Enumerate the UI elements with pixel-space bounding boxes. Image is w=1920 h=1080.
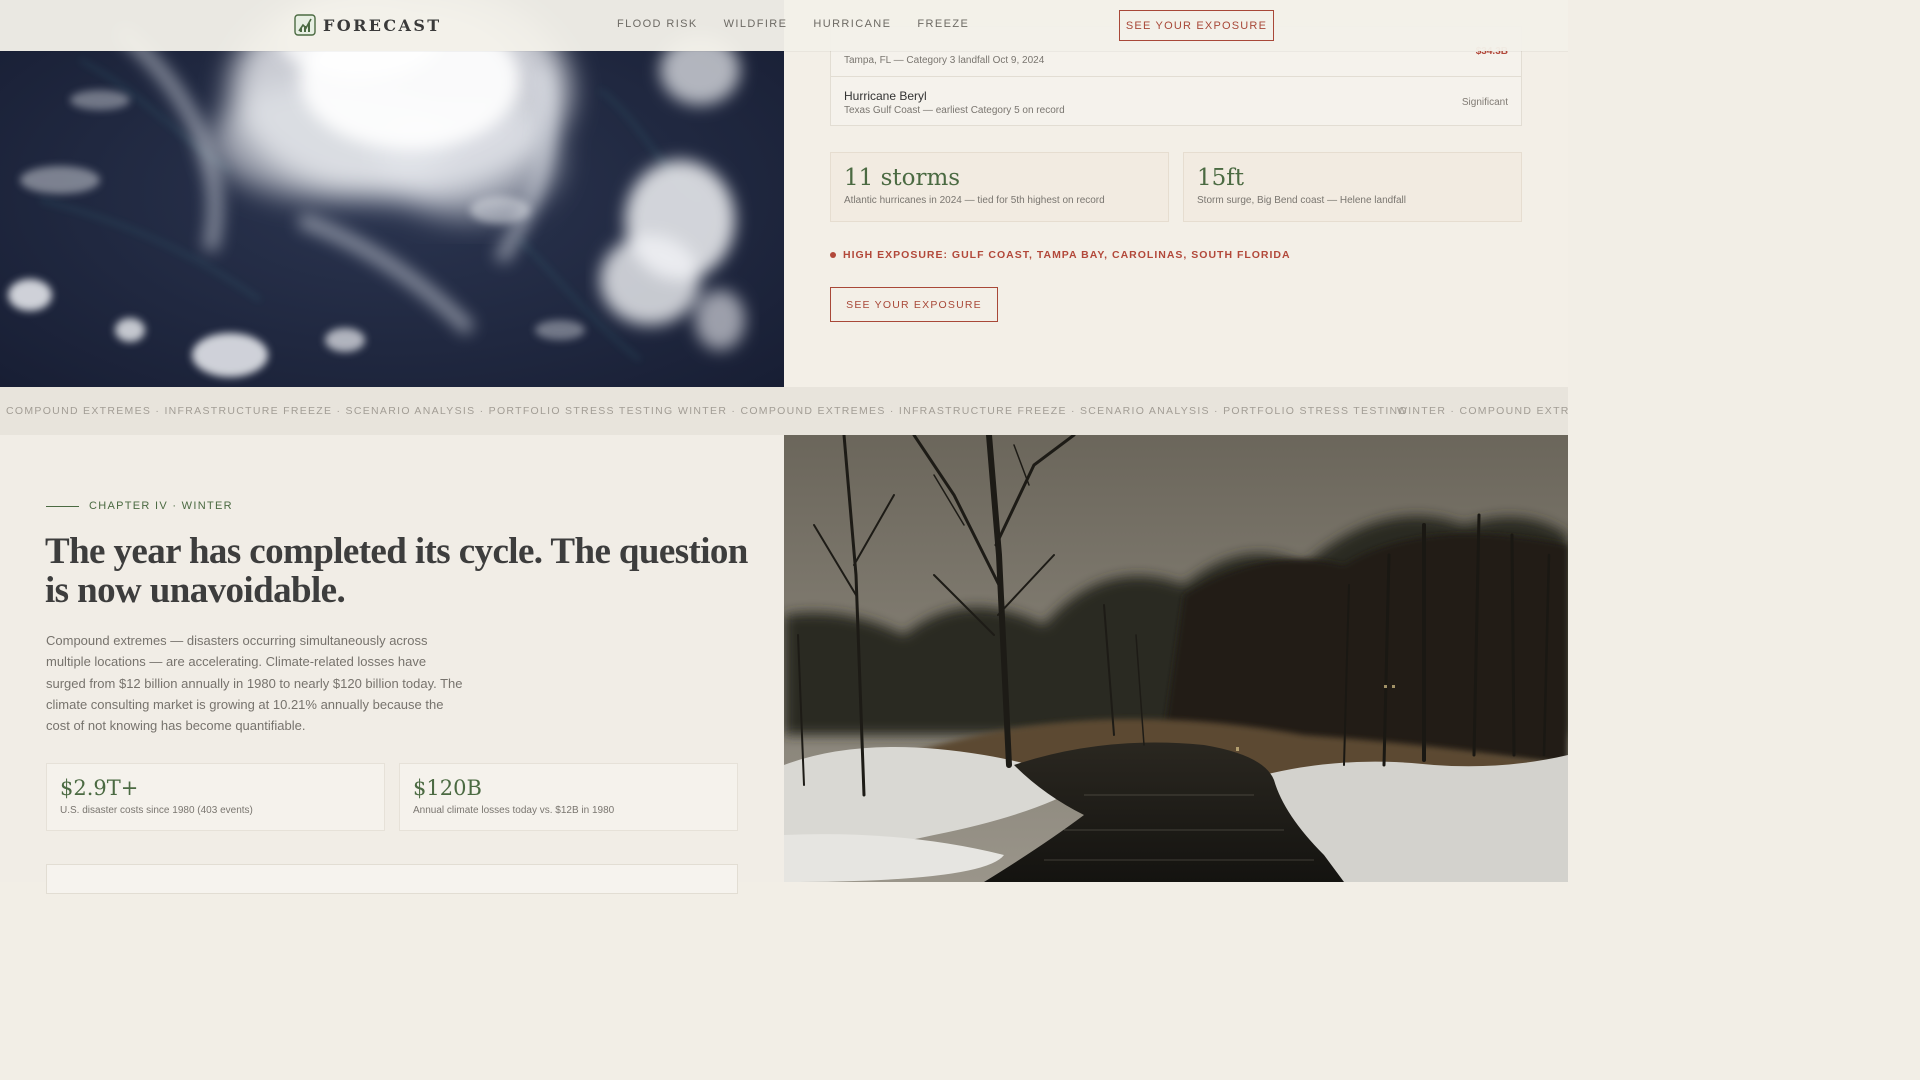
storm-subtitle: Tampa, FL — Category 3 landfall Oct 9, 2… bbox=[844, 55, 1045, 66]
nav-hurricane[interactable]: HURRICANE bbox=[813, 18, 891, 30]
stat-caption: U.S. disaster costs since 1980 (403 even… bbox=[60, 805, 253, 816]
ticker-segment: · COMPOUND EXTREMES · INFRASTRUCTURE FRE… bbox=[0, 405, 683, 417]
stat-card-surge: 15ft Storm surge, Big Bend coast — Helen… bbox=[1183, 152, 1522, 222]
nav-wildfire[interactable]: WILDFIRE bbox=[724, 18, 788, 30]
topic-ticker: · COMPOUND EXTREMES · INFRASTRUCTURE FRE… bbox=[0, 387, 1568, 435]
ticker-segment: WINTER · COMPOUND EXTREMES bbox=[1397, 405, 1568, 417]
stat-value: $2.9T+ bbox=[60, 776, 139, 800]
main-nav: FLOOD RISK WILDFIRE HURRICANE FREEZE bbox=[617, 18, 995, 30]
winter-headline: The year has completed its cycle. The qu… bbox=[45, 531, 748, 611]
chapter-label: CHAPTER IV · WINTER bbox=[46, 500, 233, 512]
storm-impact-value: Significant bbox=[1461, 97, 1508, 108]
status-dot-icon bbox=[830, 252, 836, 258]
storm-row-beryl[interactable]: Hurricane Beryl Texas Gulf Coast — earli… bbox=[831, 77, 1521, 127]
brand-logo[interactable]: FORECAST bbox=[294, 14, 442, 36]
stat-caption: Atlantic hurricanes in 2024 — tied for 5… bbox=[844, 195, 1105, 206]
next-card bbox=[46, 864, 738, 894]
brand-name: FORECAST bbox=[323, 15, 442, 35]
stat-value: $120B bbox=[413, 776, 482, 800]
stat-card-disaster-costs: $2.9T+ U.S. disaster costs since 1980 (4… bbox=[46, 763, 385, 831]
see-exposure-button[interactable]: SEE YOUR EXPOSURE bbox=[830, 287, 998, 322]
exposure-text: HIGH EXPOSURE: GULF COAST, TAMPA BAY, CA… bbox=[843, 249, 1291, 261]
storm-subtitle: Texas Gulf Coast — earliest Category 5 o… bbox=[844, 105, 1065, 116]
winter-forest-image bbox=[784, 435, 1568, 882]
storm-name: Hurricane Beryl bbox=[844, 89, 927, 103]
header-see-exposure-button[interactable]: SEE YOUR EXPOSURE bbox=[1119, 10, 1274, 41]
forecast-logo-icon bbox=[294, 14, 316, 36]
stat-value: 11 storms bbox=[844, 165, 961, 191]
stat-value: 15ft bbox=[1197, 165, 1245, 191]
ticker-segment: WINTER · COMPOUND EXTREMES · INFRASTRUCT… bbox=[678, 405, 1417, 417]
stat-caption: Annual climate losses today vs. $12B in … bbox=[413, 805, 615, 816]
stat-card-storms: 11 storms Atlantic hurricanes in 2024 — … bbox=[830, 152, 1169, 222]
chapter-text: CHAPTER IV · WINTER bbox=[89, 500, 233, 512]
winter-body-text: Compound extremes — disasters occurring … bbox=[46, 633, 463, 734]
nav-freeze[interactable]: FREEZE bbox=[917, 18, 969, 30]
exposure-alert: HIGH EXPOSURE: GULF COAST, TAMPA BAY, CA… bbox=[830, 249, 1291, 261]
nav-flood-risk[interactable]: FLOOD RISK bbox=[617, 18, 698, 30]
stat-caption: Storm surge, Big Bend coast — Helene lan… bbox=[1197, 195, 1406, 206]
site-header: FORECAST FLOOD RISK WILDFIRE HURRICANE F… bbox=[0, 0, 1568, 51]
chapter-divider bbox=[46, 505, 79, 507]
hurricane-satellite-image bbox=[0, 0, 784, 387]
stat-card-annual-losses: $120B Annual climate losses today vs. $1… bbox=[399, 763, 738, 831]
